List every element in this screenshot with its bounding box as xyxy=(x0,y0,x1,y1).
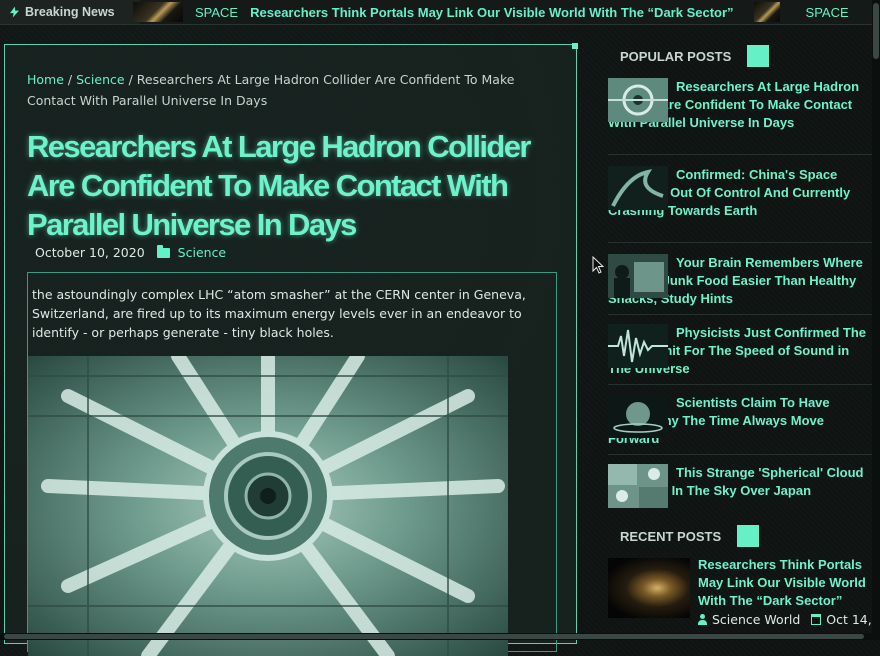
breaking-news-ticker: Breaking News SPACE Researchers Think Po… xyxy=(0,0,872,25)
popular-posts-label: POPULAR POSTS xyxy=(620,48,732,64)
popular-post[interactable]: Scientists Claim To Have Found Why The T… xyxy=(608,394,872,455)
vertical-scrollbar-thumb[interactable] xyxy=(873,3,879,59)
breaking-news-text: Breaking News xyxy=(25,5,115,19)
bolt-icon xyxy=(10,6,19,18)
ticker-thumbnail[interactable] xyxy=(753,2,780,22)
calendar-icon xyxy=(811,614,822,625)
post-thumbnail[interactable] xyxy=(608,254,668,298)
article-image-lhc-detector xyxy=(28,356,508,656)
mouse-pointer-icon xyxy=(592,256,604,274)
post-thumbnail[interactable] xyxy=(608,166,668,210)
breadcrumb-science-link[interactable]: Science xyxy=(76,72,124,87)
popular-post[interactable]: Physicists Just Confirmed The Upper Limi… xyxy=(608,324,872,385)
recent-posts-heading: RECENT POSTS xyxy=(620,525,760,547)
ticker-category[interactable]: SPACE xyxy=(806,5,849,20)
post-thumbnail[interactable] xyxy=(608,464,668,508)
breaking-news-label: Breaking News xyxy=(0,0,140,24)
horizontal-scrollbar-thumb[interactable] xyxy=(4,634,864,639)
popular-post[interactable]: This Strange 'Spherical' Cloud Appeared … xyxy=(608,464,872,510)
folder-icon xyxy=(156,244,170,258)
popular-post[interactable]: Your Brain Remembers Where You Left Junk… xyxy=(608,254,872,315)
ticker-headline-link[interactable]: Researchers Think Portals May Link Our V… xyxy=(250,5,733,20)
breadcrumb-separator: / xyxy=(128,72,133,87)
heading-accent-bar xyxy=(737,525,760,547)
recent-post-meta: Science World Oct 14, xyxy=(698,612,872,627)
popular-posts-heading: POPULAR POSTS xyxy=(620,45,770,67)
vertical-scrollbar[interactable] xyxy=(872,0,880,640)
article-card: Home / Science / Researchers At Large Ha… xyxy=(4,43,578,656)
post-author-link[interactable]: Science World xyxy=(712,612,800,627)
ticker-track: SPACE Researchers Think Portals May Link… xyxy=(133,0,872,24)
article-category-link[interactable]: Science xyxy=(178,245,226,260)
popular-post[interactable]: Researchers At Large Hadron Collider Are… xyxy=(608,78,872,155)
ticker-category[interactable]: SPACE xyxy=(195,5,238,20)
breadcrumb: Home / Science / Researchers At Large Ha… xyxy=(27,69,547,111)
article-content: the astoundingly complex LHC “atom smash… xyxy=(27,272,557,656)
breadcrumb-separator: / xyxy=(67,72,73,87)
article-excerpt: the astoundingly complex LHC “atom smash… xyxy=(32,287,526,340)
heading-accent-bar xyxy=(747,45,770,67)
ticker-thumbnail[interactable] xyxy=(133,2,183,22)
horizontal-scrollbar[interactable] xyxy=(0,633,872,640)
post-date[interactable]: Oct 14, xyxy=(826,612,871,627)
article-title: Researchers At Large Hadron Collider Are… xyxy=(27,129,531,242)
post-thumbnail[interactable] xyxy=(608,394,668,438)
article-date[interactable]: October 10, 2020 xyxy=(35,245,145,260)
recent-post[interactable]: Researchers Think Portals May Link Our V… xyxy=(608,556,872,636)
post-thumbnail[interactable] xyxy=(608,558,690,618)
recent-posts-label: RECENT POSTS xyxy=(620,528,722,544)
post-title-link[interactable]: Researchers Think Portals May Link Our V… xyxy=(698,556,872,610)
user-icon xyxy=(698,614,707,625)
post-thumbnail[interactable] xyxy=(608,324,668,368)
post-thumbnail[interactable] xyxy=(608,78,668,122)
breadcrumb-home-link[interactable]: Home xyxy=(27,72,64,87)
article-meta: October 10, 2020 Science xyxy=(35,244,226,260)
popular-post[interactable]: Confirmed: China's Space Station Is Out … xyxy=(608,166,872,243)
